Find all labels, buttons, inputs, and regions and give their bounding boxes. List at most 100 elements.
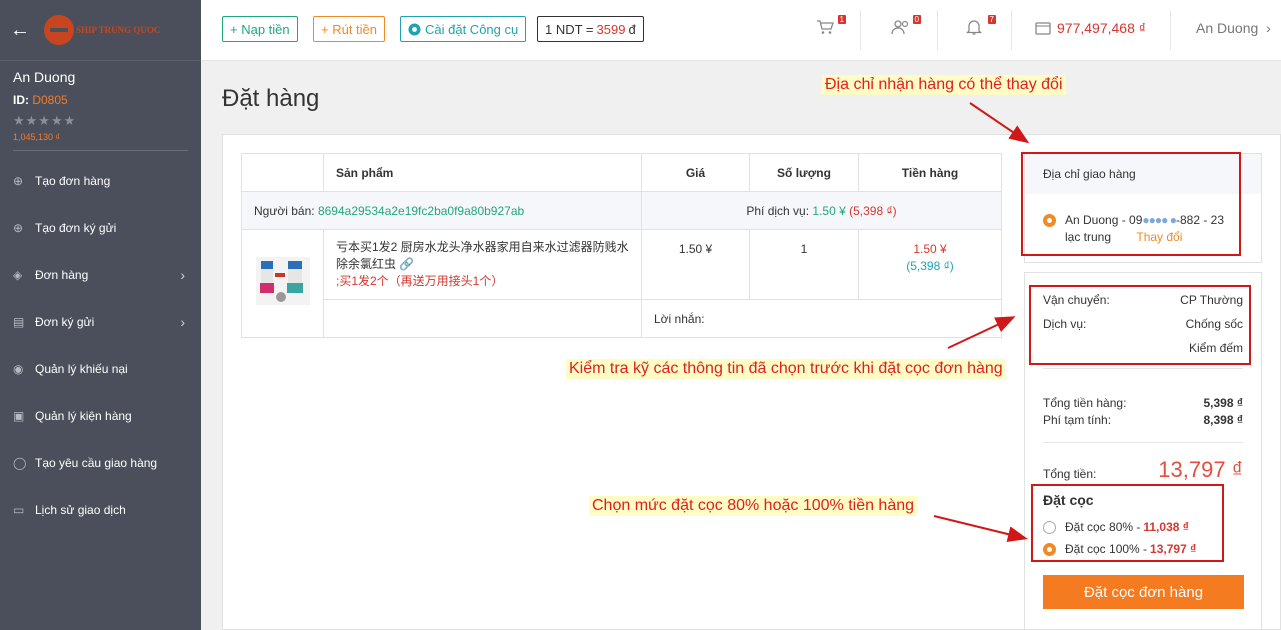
fee-row: Phí tạm tính: 8,398 ₫: [1043, 413, 1243, 427]
column-header-quantity: Số lượng: [749, 153, 859, 192]
chevron-right-icon: ›: [180, 313, 185, 330]
wallet-balance[interactable]: 977,497,468 ₫: [1035, 20, 1146, 36]
divider: [1043, 442, 1243, 443]
product-title[interactable]: 亏本买1发2 厨房水龙头净水器家用自来水过滤器防贱水除余氯红虫: [336, 240, 629, 271]
sidebar-item-quan-ly-khieu-nai[interactable]: ◉ Quản lý khiếu nại: [0, 345, 201, 392]
logo[interactable]: SHIP TRUNG QUOC: [44, 15, 160, 45]
service-fee-cell: Phí dịch vụ: 1.50 ¥ (5,398 ₫): [641, 191, 1002, 230]
bell-icon: [965, 20, 983, 35]
goods-total-row: Tổng tiền hàng: 5,398 ₫: [1043, 396, 1243, 410]
sidebar-item-label: Quản lý kiện hàng: [35, 408, 132, 423]
shipping-highlight-box: [1029, 285, 1251, 365]
topbar-user-menu[interactable]: An Duong ›: [1196, 20, 1271, 36]
plus-circle-icon: ⊕: [13, 220, 24, 235]
rut-tien-button[interactable]: + Rút tiền: [313, 16, 386, 42]
amount-vnd-wrap: (5,398 ₫): [859, 258, 1001, 275]
cart-badge: 1: [837, 15, 846, 24]
deposit-highlight-box: [1031, 484, 1224, 562]
users-icon: [891, 20, 909, 35]
topbar-divider: [860, 10, 861, 50]
column-header-price: Giá: [641, 153, 750, 192]
topbar-divider: [937, 10, 938, 50]
service-fee-vnd: (5,398 ₫): [849, 203, 897, 218]
rate-unit: đ: [628, 21, 636, 37]
user-balance: 1,045,130 ₫: [13, 132, 61, 142]
cart-icon: ◯: [13, 455, 27, 470]
service-fee-label: Phí dịch vụ:: [746, 203, 810, 218]
sidebar: ← SHIP TRUNG QUOC An Duong ID: D0805 ★★★…: [0, 0, 201, 630]
sidebar-item-don-hang[interactable]: ◈ Đơn hàng ›: [0, 251, 201, 298]
topbar: + Nạp tiền + Rút tiền Cài đặt Công cụ 1 …: [201, 0, 1281, 61]
wallet-amount: 977,497,468 ₫: [1057, 20, 1146, 36]
goods-total-value: 5,398 ₫: [1203, 396, 1243, 410]
sidebar-item-tao-don-ky-gui[interactable]: ⊕ Tạo đơn ký gửi: [0, 204, 201, 251]
fee-value: 8,398 ₫: [1203, 413, 1243, 427]
deposit-order-button[interactable]: Đặt cọc đơn hàng: [1043, 575, 1244, 609]
sidebar-item-label: Quản lý khiếu nại: [35, 361, 128, 376]
sidebar-menu: ⊕ Tạo đơn hàng ⊕ Tạo đơn ký gửi ◈ Đơn hà…: [0, 157, 201, 533]
sidebar-header: ← SHIP TRUNG QUOC: [0, 0, 201, 61]
users-button[interactable]: 0: [891, 15, 921, 41]
sidebar-item-tao-don-hang[interactable]: ⊕ Tạo đơn hàng: [0, 157, 201, 204]
cai-dat-cong-cu-button[interactable]: Cài đặt Công cụ: [400, 16, 527, 42]
quantity-cell: 1: [749, 229, 859, 300]
fee-label: Phí tạm tính:: [1043, 413, 1112, 427]
sidebar-item-don-ky-gui[interactable]: ▤ Đơn ký gửi ›: [0, 298, 201, 345]
seller-cell: Người bán: 8694a29534a2e19fc2ba0f9a80b92…: [241, 191, 642, 230]
check-annotation: Kiểm tra kỹ các thông tin đã chọn trước …: [566, 359, 1006, 379]
cai-dat-label: Cài đặt Công cụ: [425, 21, 519, 37]
topbar-divider: [1170, 10, 1171, 50]
topbar-user-name: An Duong: [1196, 20, 1259, 36]
package-icon: ▣: [13, 408, 25, 423]
plus-circle-icon: ⊕: [13, 173, 24, 188]
deposit-annotation: Chọn mức đặt cọc 80% hoặc 100% tiền hàng: [589, 496, 918, 516]
rate-prefix: 1 NDT =: [545, 21, 594, 37]
bell-button[interactable]: 7: [965, 15, 996, 41]
sidebar-item-lich-su-giao-dich[interactable]: ▭ Lịch sử giao dịch: [0, 486, 201, 533]
cart-icon: [817, 20, 834, 34]
users-badge: 0: [912, 15, 921, 24]
product-image-cell: [241, 229, 324, 338]
product-cell: 亏本买1发2 厨房水龙头净水器家用自来水过滤器防贱水除余氯红虫 🔗 ;买1发2个…: [323, 229, 642, 300]
divider: [1043, 368, 1243, 369]
total-label: Tổng tiền:: [1043, 467, 1097, 481]
link-icon[interactable]: 🔗: [399, 257, 414, 271]
sidebar-item-label: Tạo đơn ký gửi: [35, 220, 117, 235]
address-annotation: Địa chỉ nhận hàng có thể thay đổi: [822, 75, 1066, 95]
chevron-right-icon: ›: [180, 266, 185, 283]
sidebar-item-label: Đơn hàng: [35, 267, 89, 282]
sidebar-item-quan-ly-kien-hang[interactable]: ▣ Quản lý kiện hàng: [0, 392, 201, 439]
empty-cell: [323, 299, 642, 338]
sidebar-divider: [13, 150, 188, 151]
seller-row: Người bán: 8694a29534a2e19fc2ba0f9a80b92…: [241, 191, 1002, 230]
rating-stars-icon: ★★★★★: [13, 113, 77, 128]
user-id-label: ID:: [13, 93, 29, 107]
seller-label: Người bán:: [254, 203, 315, 218]
amount-paren-close: ): [949, 259, 954, 273]
user-id-value: D0805: [32, 93, 68, 107]
topbar-divider: [1011, 10, 1012, 50]
sidebar-item-tao-yeu-cau-giao-hang[interactable]: ◯ Tạo yêu cầu giao hàng: [0, 439, 201, 486]
card-icon: ▭: [13, 502, 25, 517]
amount-vnd: 5,398 ₫: [910, 259, 950, 273]
service-fee-cny: 1.50 ¥: [812, 203, 846, 218]
sidebar-item-label: Lịch sử giao dịch: [35, 502, 126, 517]
back-arrow-icon[interactable]: ←: [10, 19, 32, 42]
user-name: An Duong: [13, 69, 76, 85]
message-label: Lời nhắn:: [654, 311, 705, 326]
logo-mark: [44, 15, 74, 45]
address-highlight-box: [1021, 152, 1241, 256]
chevron-right-icon: ›: [1266, 20, 1271, 36]
total-value: 13,797 ₫: [1158, 457, 1243, 482]
column-header-amount: Tiền hàng: [858, 153, 1002, 192]
cart-button[interactable]: 1: [816, 15, 846, 41]
product-variant: ;买1发2个（再送万用接头1个）: [336, 274, 504, 288]
product-image[interactable]: [255, 253, 311, 311]
seller-id[interactable]: 8694a29534a2e19fc2ba0f9a80b927ab: [318, 204, 524, 218]
order-table: Sản phẩm Giá Số lượng Tiền hàng Người bá…: [241, 153, 1002, 338]
amount-cell: 1.50 ¥ (5,398 ₫): [858, 229, 1002, 300]
sidebar-item-label: Đơn ký gửi: [35, 314, 95, 329]
nap-tien-button[interactable]: + Nạp tiền: [222, 16, 298, 42]
image-column-header: [241, 153, 324, 192]
message-input[interactable]: Lời nhắn:: [641, 299, 1002, 338]
